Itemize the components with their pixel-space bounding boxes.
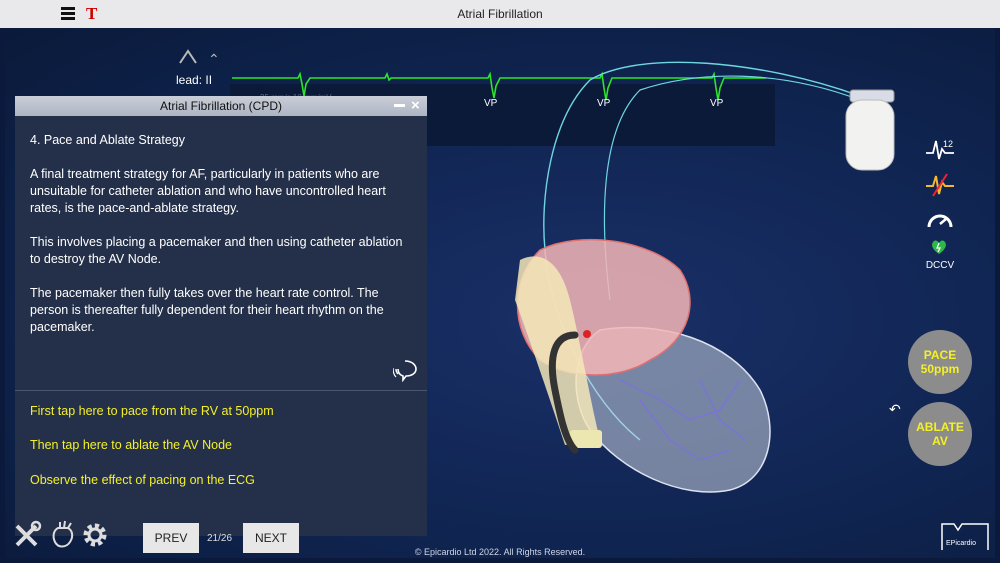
ablate-button-line2: AV: [932, 434, 948, 448]
paragraph: A final treatment strategy for AF, parti…: [30, 167, 386, 215]
pace-button-line1: PACE: [923, 348, 957, 362]
heart-model-icon[interactable]: [48, 520, 78, 550]
speech-icon[interactable]: [393, 358, 421, 382]
paragraph: This involves placing a pacemaker and th…: [30, 235, 403, 266]
lead-up-large-icon[interactable]: [178, 49, 198, 65]
copyright-text: © Epicardio Ltd 2022. All Rights Reserve…: [414, 547, 586, 557]
minimize-icon[interactable]: [394, 104, 405, 107]
close-icon[interactable]: ×: [411, 97, 420, 114]
pace-button[interactable]: PACE 50ppm: [908, 330, 972, 394]
dccv-label[interactable]: DCCV: [925, 260, 955, 271]
epicardio-logo-icon[interactable]: [940, 520, 992, 556]
observe-action-link[interactable]: Observe the effect of pacing on the ECG: [30, 473, 255, 487]
lead-up-chevron-icon[interactable]: ⌃: [208, 51, 220, 68]
settings-gear-icon[interactable]: [80, 520, 110, 550]
tools-icon[interactable]: [12, 520, 42, 550]
app-title: Atrial Fibrillation: [457, 7, 543, 21]
pace-button-line2: 50ppm: [920, 362, 960, 376]
logo-text: EPicardio: [946, 540, 976, 547]
ablate-action-link[interactable]: Then tap here to ablate the AV Node: [30, 438, 232, 452]
lead-label: lead: II: [176, 73, 213, 87]
panel-divider: [15, 390, 427, 391]
ecg-12-label: 12: [943, 139, 953, 149]
pace-action-link[interactable]: First tap here to pace from the RV at 50…: [30, 404, 274, 418]
panel-body: 4. Pace and Ablate Strategy A final trea…: [30, 132, 410, 353]
ecg-rhythm-alert-icon[interactable]: [925, 172, 955, 198]
ecg-12-lead-icon[interactable]: 12: [925, 137, 955, 163]
undo-icon[interactable]: ↶: [889, 401, 901, 418]
title-bar: T Atrial Fibrillation: [0, 0, 1000, 28]
panel-header[interactable]: Atrial Fibrillation (CPD) ×: [15, 96, 427, 116]
paragraph: The pacemaker then fully takes over the …: [30, 286, 384, 334]
section-heading: 4. Pace and Ablate Strategy: [30, 133, 185, 147]
defibrillator-heart-icon[interactable]: [930, 239, 948, 255]
page-counter: 21/26: [207, 533, 233, 544]
panel-title: Atrial Fibrillation (CPD): [159, 99, 283, 113]
ablate-av-button[interactable]: ABLATE AV: [908, 402, 972, 466]
ablate-button-line1: ABLATE: [916, 420, 964, 434]
instruction-panel: Atrial Fibrillation (CPD) × 4. Pace and …: [15, 96, 427, 536]
speedometer-icon[interactable]: [925, 207, 955, 233]
